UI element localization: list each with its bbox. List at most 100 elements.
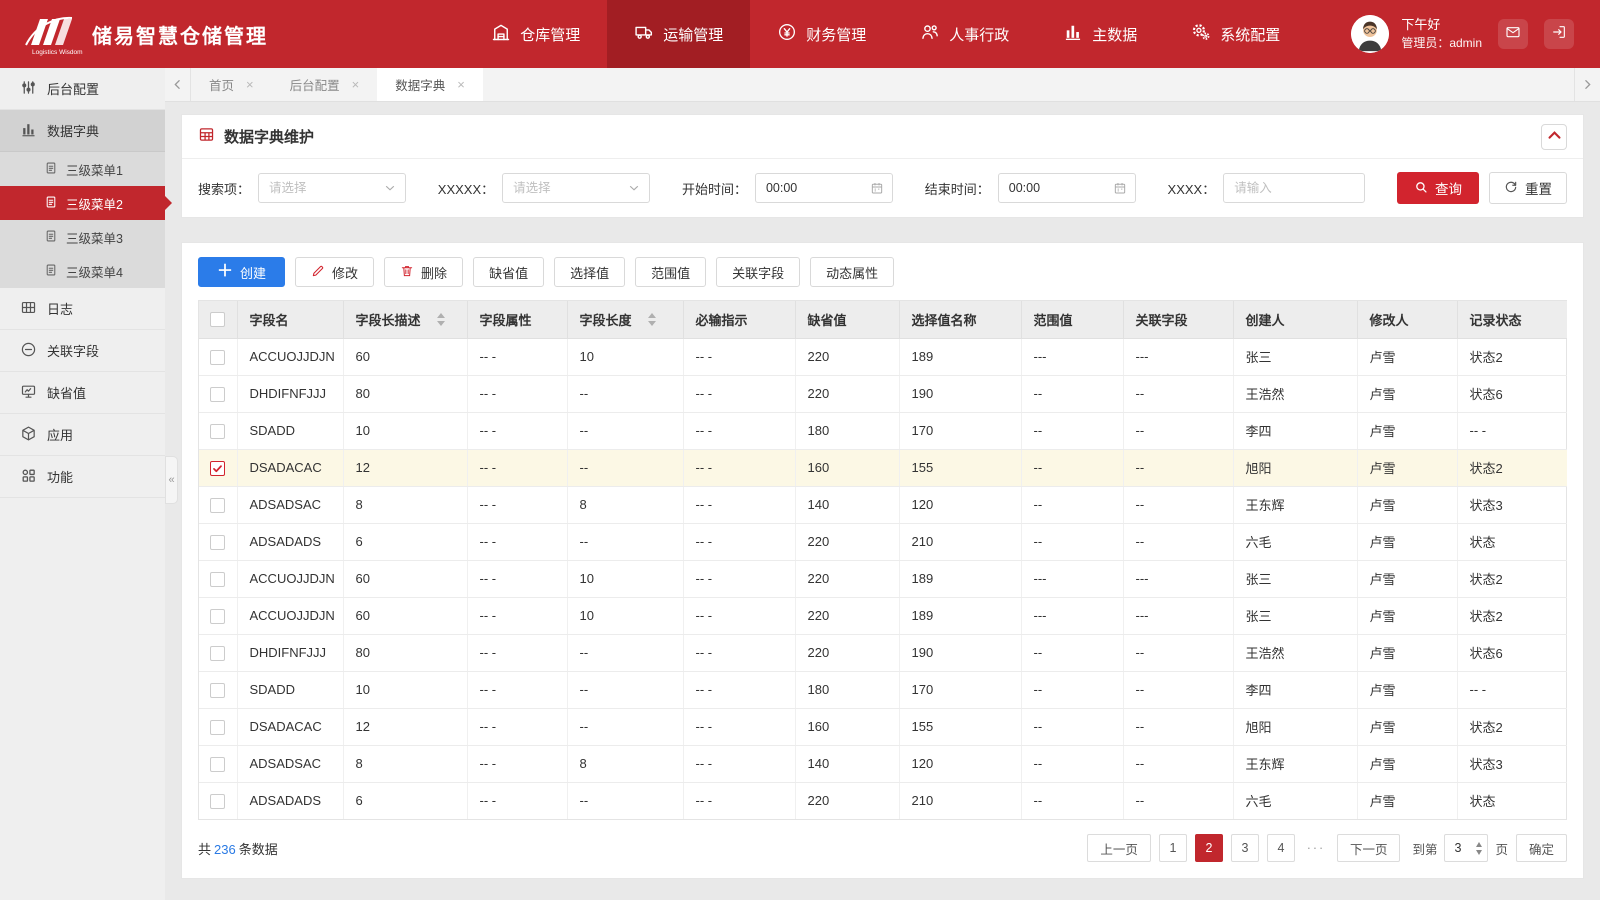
nav-item-warehouse[interactable]: 仓库管理 [464, 0, 607, 68]
row-checkbox-checked[interactable] [210, 460, 226, 476]
table-cell: 王浩然 [1233, 375, 1358, 413]
table-row: ADSADADS 6 -- - -- -- -220 210 -- -- 六毛 卢雪 状态 [199, 782, 1567, 819]
row-checkbox[interactable] [210, 645, 226, 661]
table-cell: SDADD [237, 412, 344, 450]
goto-page-input[interactable] [1444, 834, 1489, 862]
row-checkbox[interactable] [210, 719, 226, 735]
row-checkbox[interactable] [210, 756, 226, 772]
xxxxx-select[interactable] [502, 173, 651, 203]
edit-button[interactable]: 修改 [295, 257, 375, 287]
create-button[interactable]: ＋ 创建 [198, 257, 286, 287]
tab-close-icon[interactable]: × [352, 78, 360, 91]
nav-item-hr[interactable]: 人事行政 [893, 0, 1036, 68]
row-checkbox[interactable] [210, 386, 226, 402]
table-cell: 12 [343, 708, 468, 746]
page-button-4[interactable]: 4 [1266, 834, 1295, 862]
table-cell: 卢雪 [1357, 634, 1458, 672]
tab-data-dictionary[interactable]: 数据字典 × [377, 68, 483, 101]
dynamic-attr-button[interactable]: 动态属性 [810, 257, 895, 287]
xxxx-input-value[interactable] [1224, 174, 1365, 202]
reset-button[interactable]: 重置 [1489, 172, 1567, 204]
sidebar-item-applications[interactable]: 应用 [0, 414, 165, 456]
row-checkbox[interactable] [210, 793, 226, 809]
table-cell: 220 [795, 375, 900, 413]
sidebar-item-default-values[interactable]: 缺省值 [0, 372, 165, 414]
tab-home[interactable]: 首页 × [191, 68, 272, 101]
table-cell: 状态 [1457, 523, 1567, 561]
sidebar-item-data-dictionary[interactable]: 数据字典 [0, 110, 165, 152]
sidebar-item-submenu-1[interactable]: 三级菜单1 [0, 152, 165, 186]
sort-icon[interactable] [436, 312, 445, 326]
end-time-input[interactable] [997, 173, 1136, 203]
table-cell: 张三 [1233, 560, 1358, 598]
table-cell: 张三 [1233, 597, 1358, 635]
tab-close-icon[interactable]: × [246, 78, 254, 91]
row-checkbox[interactable] [210, 571, 226, 587]
tab-backend-config[interactable]: 后台配置 × [272, 68, 378, 101]
page-button-3[interactable]: 3 [1230, 834, 1259, 862]
row-checkbox[interactable] [210, 349, 226, 365]
prev-page-button[interactable]: 上一页 [1087, 834, 1151, 862]
filter-search-item: 搜索项： [198, 173, 407, 203]
stepper-up-icon[interactable] [1476, 841, 1483, 847]
table-cell: -- [1123, 782, 1234, 819]
table-cell: 120 [899, 486, 1022, 524]
stepper-down-icon[interactable] [1476, 849, 1483, 855]
table-cell: -- [567, 782, 684, 819]
tab-close-icon[interactable]: × [457, 78, 465, 91]
range-value-button[interactable]: 范围值 [635, 257, 707, 287]
default-value-button[interactable]: 缺省值 [473, 257, 545, 287]
nav-item-system-config[interactable]: 系统配置 [1164, 0, 1307, 68]
table-cell: 张三 [1233, 338, 1358, 376]
filter-label: XXXXX： [437, 181, 495, 197]
nav-item-finance[interactable]: 财务管理 [750, 0, 893, 68]
nav-item-master-data[interactable]: 主数据 [1036, 0, 1164, 68]
xxxx-input[interactable] [1223, 173, 1366, 203]
sidebar-item-logs[interactable]: 日志 [0, 288, 165, 330]
tab-scroll-right-icon[interactable] [1574, 68, 1600, 101]
nav-item-transport[interactable]: 运输管理 [607, 0, 751, 68]
row-checkbox[interactable] [210, 534, 226, 550]
column-header: 字段属性 [467, 301, 568, 339]
start-time-input[interactable] [754, 173, 893, 203]
tab-scroll-left-icon[interactable] [165, 68, 191, 101]
row-checkbox[interactable] [210, 682, 226, 698]
sort-icon[interactable] [647, 312, 656, 326]
table-cell: 220 [795, 597, 900, 635]
linked-field-button[interactable]: 关联字段 [716, 257, 801, 287]
doc-icon [44, 263, 58, 280]
table-cell: 155 [899, 449, 1022, 487]
mail-button[interactable] [1498, 19, 1528, 49]
sidebar-item-submenu-3[interactable]: 三级菜单3 [0, 220, 165, 254]
sidebar-collapse-handle[interactable]: « [165, 456, 178, 504]
sidebar-item-label: 功能 [47, 470, 74, 485]
table-cell: 卢雪 [1357, 523, 1458, 561]
table-cell: 王东辉 [1233, 745, 1358, 783]
sidebar-item-backend-config[interactable]: 后台配置 [0, 68, 165, 110]
doc-icon [44, 229, 58, 246]
sidebar-item-label: 缺省值 [47, 386, 87, 401]
row-checkbox[interactable] [210, 497, 226, 513]
confirm-button[interactable]: 确定 [1515, 834, 1567, 862]
query-button[interactable]: 查询 [1397, 172, 1479, 204]
logout-button[interactable] [1544, 19, 1574, 49]
table-cell: -- [1021, 745, 1124, 783]
sidebar-item-linked-fields[interactable]: 关联字段 [0, 330, 165, 372]
search-item-select[interactable] [258, 173, 407, 203]
sidebar-item-submenu-2[interactable]: 三级菜单2 [0, 186, 165, 220]
sidebar-item-functions[interactable]: 功能 [0, 456, 165, 498]
row-checkbox[interactable] [210, 608, 226, 624]
number-stepper-icon[interactable] [1476, 841, 1483, 855]
panel-collapse-button[interactable] [1541, 123, 1567, 150]
sidebar-item-submenu-4[interactable]: 三级菜单4 [0, 254, 165, 288]
next-page-button[interactable]: 下一页 [1336, 834, 1401, 862]
avatar[interactable] [1351, 15, 1390, 53]
page-button-1[interactable]: 1 [1158, 834, 1187, 862]
select-all-checkbox[interactable] [210, 312, 226, 328]
delete-button[interactable]: 删除 [384, 257, 464, 287]
select-value-button[interactable]: 选择值 [554, 257, 626, 287]
page-button-2[interactable]: 2 [1194, 834, 1223, 862]
row-checkbox[interactable] [210, 423, 226, 439]
table-cell: 状态2 [1457, 338, 1567, 376]
total-count-number: 236 [214, 841, 236, 857]
